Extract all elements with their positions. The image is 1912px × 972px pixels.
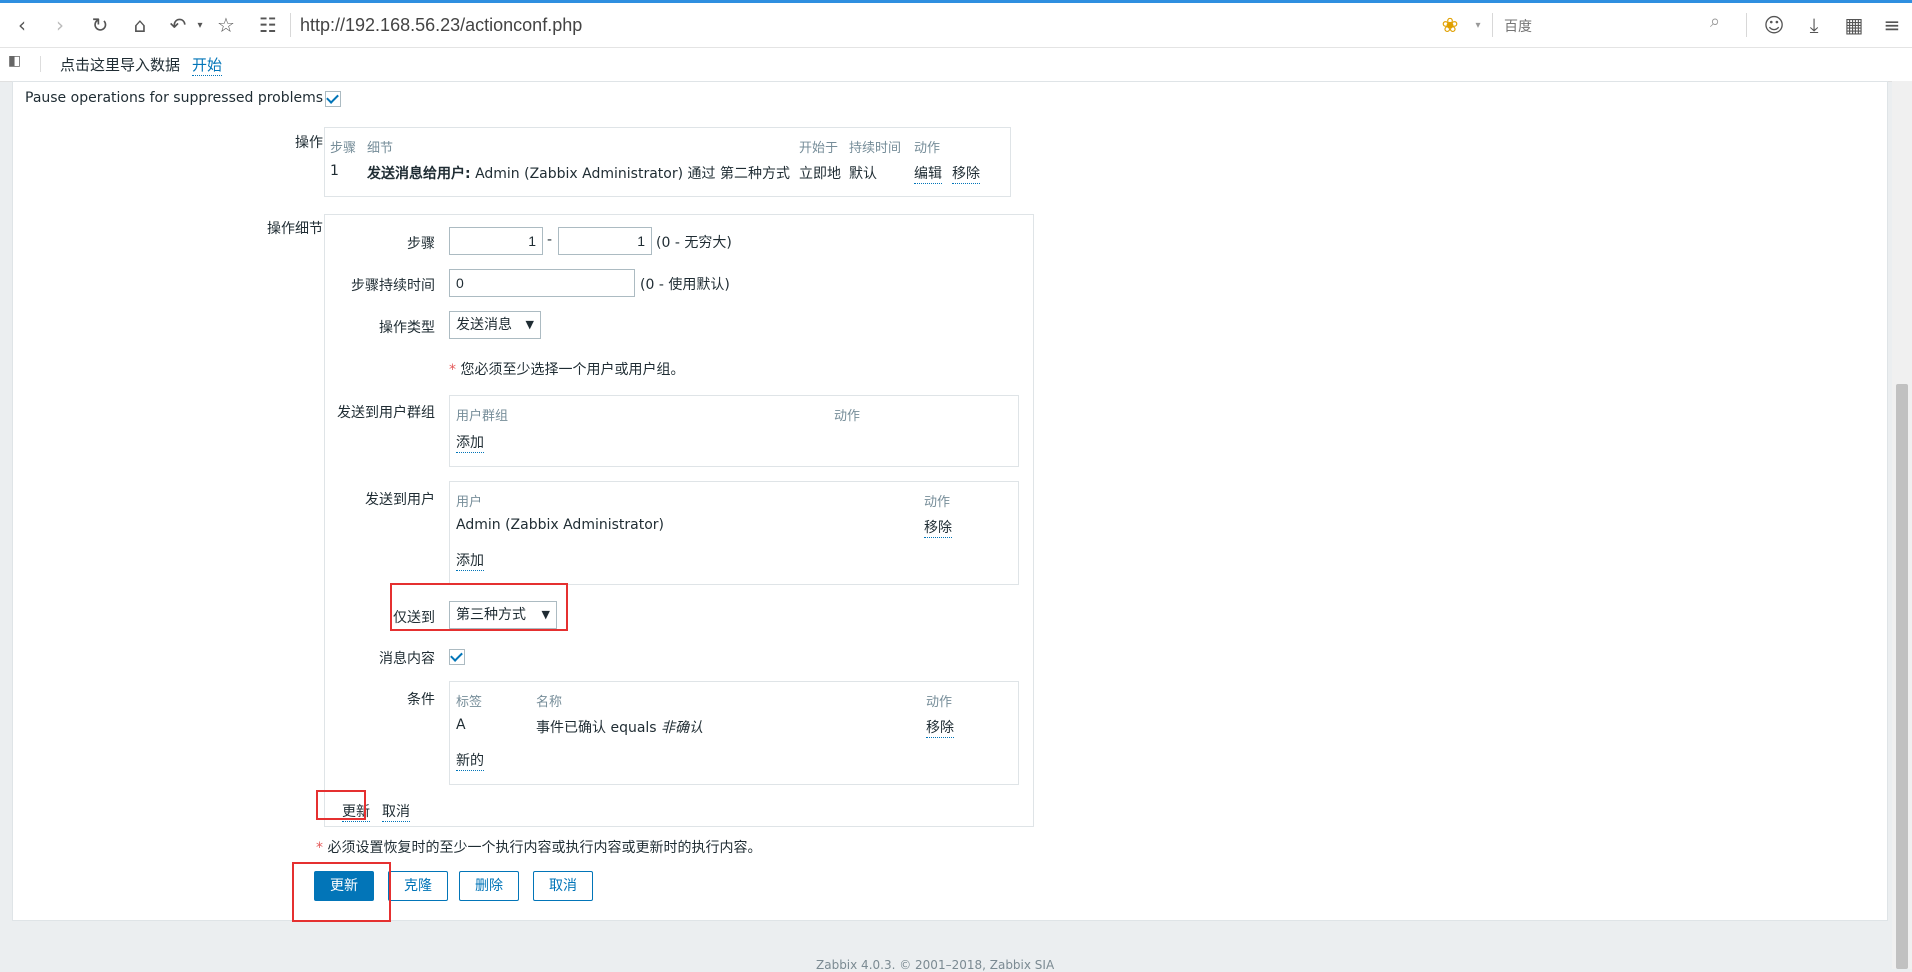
steps-from-input[interactable]: 1 <box>449 227 543 255</box>
dropdown-arrow-icon: ▼ <box>525 318 534 331</box>
recovery-required-note: * 必须设置恢复时的至少一个执行内容或执行内容或更新时的执行内容。 <box>316 837 761 857</box>
start-link[interactable]: 开始 <box>192 54 223 76</box>
col-condition-name: 名称 <box>536 695 563 710</box>
action-form-panel: Pause operations for suppressed problems… <box>12 81 1888 921</box>
default-message-checkbox[interactable] <box>449 649 465 665</box>
recovery-note-text: 必须设置恢复时的至少一个执行内容或执行内容或更新时的执行内容。 <box>327 840 762 856</box>
import-data-text: 点击这里导入数据 <box>60 56 181 74</box>
operations-label: 操作 <box>295 135 323 151</box>
remove-user-link[interactable]: 移除 <box>924 517 952 538</box>
steps-hint: (0 - 无穷大) <box>656 235 732 251</box>
col-details: 细节 <box>367 141 394 156</box>
cancel-button[interactable]: 取消 <box>533 871 593 901</box>
required-star: * <box>316 840 323 856</box>
required-note: * 您必须至少选择一个用户或用户组。 <box>449 359 684 379</box>
back-icon[interactable]: ‹ <box>8 11 36 39</box>
condition-label: A <box>456 717 466 733</box>
page-scrollbar[interactable] <box>1892 81 1912 969</box>
conditions-table: 标签 名称 动作 A 事件已确认 equals 非确认 移除 新的 <box>449 681 1019 785</box>
operation-start-in: 立即地 <box>799 166 841 182</box>
col-user-group: 用户群组 <box>456 409 509 424</box>
download-icon[interactable]: ⤓ <box>1800 11 1828 39</box>
bookmarks-bar: ◧ 点击这里导入数据 开始 <box>0 48 1912 82</box>
operation-duration: 默认 <box>849 166 877 182</box>
checkmark-icon <box>326 91 339 104</box>
operation-edit-link[interactable]: 编辑 <box>914 163 942 184</box>
operation-detail-rest: Admin (Zabbix Administrator) 通过 第二种方式 <box>475 166 790 182</box>
user-groups-table: 用户群组 动作 添加 <box>449 395 1019 467</box>
toolbar-divider <box>290 13 291 37</box>
users-table: 用户 动作 Admin (Zabbix Administrator) 移除 添加 <box>449 481 1019 585</box>
pause-operations-label: Pause operations for suppressed problems <box>25 90 324 106</box>
send-to-groups-label: 发送到用户群组 <box>337 405 435 421</box>
undo-dropdown-icon[interactable]: ▾ <box>186 11 214 39</box>
toolbar-divider <box>1746 13 1747 37</box>
condition-name: 事件已确认 equals 非确认 <box>536 717 703 737</box>
reader-icon[interactable]: ☷ <box>254 11 282 39</box>
sidebar-toggle-icon[interactable]: ◧ <box>8 53 21 69</box>
highlight-send-only-to <box>390 583 568 631</box>
steps-dash: - <box>547 232 553 248</box>
footer-text: Zabbix 4.0.3. © 2001–2018, Zabbix SIA <box>816 958 1055 972</box>
add-user-link[interactable]: 添加 <box>456 550 484 571</box>
operation-detail-bold: 发送消息给用户: <box>367 166 471 182</box>
col-user-action: 动作 <box>924 495 951 510</box>
col-condition-label: 标签 <box>456 695 483 710</box>
user-name: Admin (Zabbix Administrator) <box>456 517 664 533</box>
toolbar-divider <box>1492 13 1493 37</box>
bookmark-divider <box>40 56 41 72</box>
menu-icon[interactable]: ≡ <box>1878 11 1906 39</box>
add-user-group-link[interactable]: 添加 <box>456 432 484 453</box>
step-duration-hint: (0 - 使用默认) <box>640 277 730 293</box>
steps-to-input[interactable]: 1 <box>558 227 652 255</box>
bee-extension-icon[interactable]: ❀ <box>1436 11 1464 39</box>
col-condition-action: 动作 <box>926 695 953 710</box>
steps-label: 步骤 <box>407 236 435 252</box>
conditions-label: 条件 <box>407 692 435 708</box>
pause-operations-checkbox[interactable] <box>325 91 341 107</box>
col-group-action: 动作 <box>834 409 861 424</box>
home-icon[interactable]: ⌂ <box>126 11 154 39</box>
col-action: 动作 <box>914 141 941 156</box>
operation-remove-link[interactable]: 移除 <box>952 163 980 184</box>
browser-toolbar: ‹ › ↻ ⌂ ↶ ▾ ☆ ☷ http://192.168.56.23/act… <box>0 3 1912 48</box>
highlight-update-link <box>316 790 366 820</box>
operation-details-label: 操作细节 <box>267 221 323 237</box>
condition-name-text: 事件已确认 equals <box>536 720 657 736</box>
operation-details-panel: 步骤 1 - 1 (0 - 无穷大) 步骤持续时间 0 (0 - 使用默认) 操… <box>324 214 1034 827</box>
operation-type-label: 操作类型 <box>379 320 435 336</box>
clone-button[interactable]: 克隆 <box>388 871 448 901</box>
col-start-in: 开始于 <box>799 141 839 156</box>
remove-condition-link[interactable]: 移除 <box>926 717 954 738</box>
address-bar[interactable]: http://192.168.56.23/actionconf.php <box>300 11 582 39</box>
star-icon[interactable]: ☆ <box>212 11 240 39</box>
extension-dropdown-icon[interactable]: ▾ <box>1464 11 1492 39</box>
operation-type-select[interactable]: 发送消息 ▼ <box>449 311 541 339</box>
account-icon[interactable]: ☺ <box>1760 11 1788 39</box>
forward-icon[interactable]: › <box>46 11 74 39</box>
col-duration: 持续时间 <box>849 141 902 156</box>
col-user: 用户 <box>456 495 483 510</box>
default-message-label: 消息内容 <box>379 651 435 667</box>
step-duration-input[interactable]: 0 <box>449 269 635 297</box>
search-icon[interactable]: ⌕ <box>1710 11 1720 32</box>
operation-step: 1 <box>330 163 339 179</box>
required-note-text: 您必须至少选择一个用户或用户组。 <box>460 362 685 378</box>
reload-icon[interactable]: ↻ <box>86 11 114 39</box>
new-condition-link[interactable]: 新的 <box>456 750 484 771</box>
cancel-operation-link[interactable]: 取消 <box>382 801 410 822</box>
send-to-users-label: 发送到用户 <box>365 492 435 508</box>
operation-type-value: 发送消息 <box>456 317 512 333</box>
scrollbar-thumb[interactable] <box>1896 384 1908 969</box>
col-steps: 步骤 <box>330 141 357 156</box>
delete-button[interactable]: 删除 <box>459 871 519 901</box>
operations-table: 步骤 细节 开始于 持续时间 动作 1 发送消息给用户: Admin (Zabb… <box>324 127 1011 197</box>
checkmark-icon <box>450 649 463 662</box>
condition-value: 非确认 <box>661 720 704 736</box>
highlight-update-button <box>292 862 391 922</box>
step-duration-label: 步骤持续时间 <box>351 278 435 294</box>
required-star: * <box>449 362 456 378</box>
apps-icon[interactable]: ▦ <box>1840 11 1868 39</box>
operation-detail: 发送消息给用户: Admin (Zabbix Administrator) 通过… <box>367 163 790 183</box>
